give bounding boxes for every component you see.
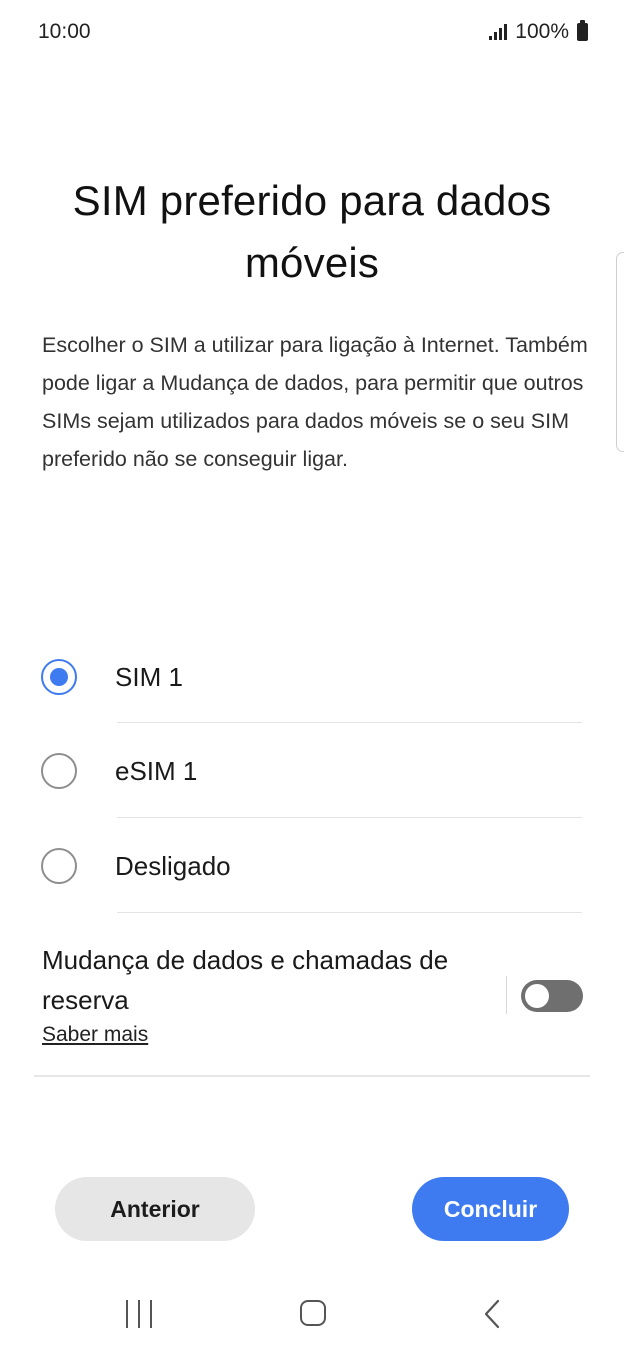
back-icon[interactable] [478,1298,508,1330]
battery-icon [577,20,588,41]
page-description: Escolher o SIM a utilizar para ligação à… [42,333,588,471]
learn-more-link[interactable]: Saber mais [42,1020,148,1050]
status-indicators: 100% [489,20,588,44]
signal-icon [489,24,508,40]
section-divider [34,1075,590,1077]
option-divider [117,912,582,913]
navigation-bar [0,1280,624,1354]
sim-option-esim1[interactable]: eSIM 1 [0,724,624,818]
backup-data-switch-title: Mudança de dados e chamadas de reserva [42,945,449,1015]
sim-option-off[interactable]: Desligado [0,819,624,913]
battery-percentage: 100% [515,20,569,43]
previous-button[interactable]: Anterior [55,1177,255,1241]
sim-option-sim1[interactable]: SIM 1 [0,630,624,724]
radio-selected-icon[interactable] [41,659,77,695]
switch-separator [506,976,507,1014]
sim-option-label: Desligado [115,851,231,881]
radio-unselected-icon[interactable] [41,753,77,789]
page-title: SIM preferido para dados móveis [72,177,552,286]
recents-icon[interactable] [126,1300,152,1328]
radio-unselected-icon[interactable] [41,848,77,884]
option-divider [117,722,582,723]
status-bar: 10:00 100% [0,0,624,64]
scroll-indicator[interactable] [616,252,624,452]
option-divider [117,817,582,818]
toggle-knob [525,984,549,1008]
finish-button[interactable]: Concluir [412,1177,569,1241]
home-icon[interactable] [300,1300,326,1326]
backup-data-switch-row[interactable]: Mudança de dados e chamadas de reserva S… [0,934,624,1064]
sim-option-label: eSIM 1 [115,756,198,786]
status-time: 10:00 [38,20,91,43]
sim-option-label: SIM 1 [115,662,183,692]
backup-data-toggle[interactable] [521,980,583,1012]
